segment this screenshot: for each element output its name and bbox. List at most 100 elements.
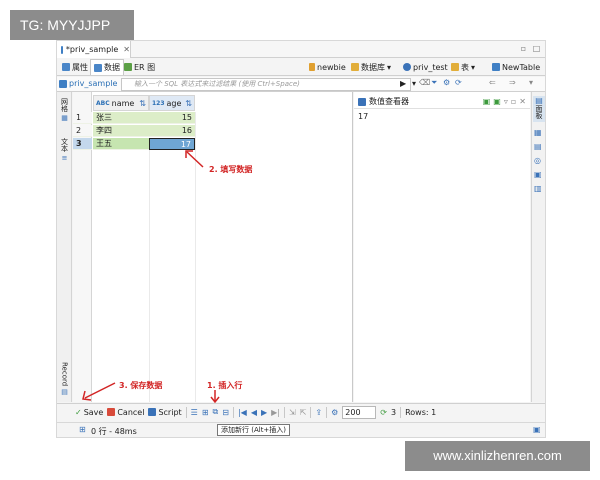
- fetch-next-icon[interactable]: ⇲: [289, 408, 296, 417]
- left-view-strip: 网格 ▦ 文本 ≡ Record ▤: [57, 92, 72, 402]
- cell-name[interactable]: 王五: [93, 138, 149, 150]
- cell-name[interactable]: 李四: [93, 125, 149, 137]
- filter-settings-icon[interactable]: ⚙: [443, 78, 450, 87]
- toolbar-separator: [310, 406, 312, 418]
- cancel-icon: [107, 408, 116, 416]
- filter-apply-icon[interactable]: ▶: [400, 79, 406, 88]
- tab-er-diagram[interactable]: ER 图: [121, 59, 158, 75]
- cancel-button[interactable]: Cancel: [107, 408, 144, 417]
- record-icon: ▤: [61, 388, 68, 397]
- refresh-icon[interactable]: ⟳: [455, 78, 462, 87]
- new-table-selector[interactable]: NewTable: [492, 59, 540, 75]
- tab-grid-view[interactable]: 网格 ▦: [58, 98, 71, 122]
- sort-filter-icon[interactable]: ⇅: [139, 99, 146, 108]
- references-icon[interactable]: ▣: [534, 170, 542, 179]
- er-diagram-icon: [124, 63, 132, 71]
- new-table-icon: [492, 63, 500, 71]
- table-icon: [61, 45, 63, 54]
- table-row[interactable]: 2 李四 16: [73, 125, 195, 137]
- tab-properties[interactable]: 属性: [59, 59, 91, 75]
- connection-icon: [309, 63, 315, 71]
- chevron-down-icon[interactable]: ▾: [529, 78, 533, 87]
- database-selector[interactable]: 数据库 ▾: [351, 59, 391, 75]
- value-viewer-panel: 数值查看器 ▣ ▣ ▿ ▫ ✕ 17: [354, 92, 530, 402]
- maximize-icon[interactable]: □: [532, 44, 541, 53]
- check-circle-icon: ✓: [75, 407, 82, 417]
- tab-text-view[interactable]: 文本 ≡: [58, 138, 71, 162]
- text-type-icon: ABC: [96, 99, 110, 107]
- status-icon: ⊞: [79, 425, 86, 434]
- sort-filter-icon[interactable]: ⇅: [185, 99, 192, 108]
- next-icon[interactable]: ▶: [261, 408, 267, 417]
- schema-selector[interactable]: priv_test: [403, 59, 448, 75]
- text-view-icon: ≡: [61, 154, 68, 162]
- filter-erase-icon[interactable]: ⌫: [419, 78, 430, 87]
- toolbar-separator: [326, 406, 328, 418]
- filters-icon[interactable]: ▥: [534, 184, 542, 193]
- panel-toggle-icon[interactable]: ▣: [533, 425, 541, 434]
- tab-panels[interactable]: ▤ 面板: [533, 96, 545, 122]
- data-grid-icon: [94, 63, 102, 72]
- minimize-icon[interactable]: ▫: [511, 97, 516, 106]
- annotation-save-data: 3. 保存数据: [119, 381, 163, 390]
- export-icon[interactable]: ⇪: [315, 408, 322, 417]
- cell-name[interactable]: 张三: [93, 112, 149, 124]
- copy-row-icon[interactable]: ⧉: [213, 407, 219, 417]
- script-icon: [148, 408, 157, 416]
- chevron-down-icon: ▾: [471, 62, 476, 72]
- connection-selector[interactable]: newbie: [309, 59, 346, 75]
- delete-row-icon[interactable]: ⊟: [222, 408, 229, 417]
- toolbar-separator: [232, 406, 234, 418]
- schema-icon: [403, 63, 411, 71]
- fetch-size-input[interactable]: 200: [342, 405, 377, 419]
- value-viewer-content[interactable]: 17: [358, 112, 368, 121]
- first-page-icon[interactable]: |◀: [238, 408, 247, 417]
- database-icon: [351, 63, 359, 71]
- auto-apply-icon[interactable]: ▣: [493, 97, 501, 106]
- add-row-icon[interactable]: ⊞: [202, 408, 209, 417]
- table-type-icon: [451, 63, 459, 71]
- minimize-icon[interactable]: ▫: [519, 44, 528, 53]
- annotation-fill-data: 2. 填写数据: [209, 165, 253, 174]
- close-icon[interactable]: ✕: [519, 97, 526, 106]
- filter-funnel-icon[interactable]: ⏷: [431, 78, 437, 88]
- cell-age[interactable]: 15: [149, 112, 195, 124]
- column-header-age[interactable]: 123 age ⇅: [149, 95, 195, 111]
- grouping-icon[interactable]: ▤: [534, 142, 542, 151]
- editor-tab-priv-sample[interactable]: *priv_sample ✕: [57, 41, 131, 58]
- forward-arrow-icon[interactable]: ⇒: [509, 78, 516, 87]
- properties-icon: [62, 63, 70, 71]
- dbeaver-window: *priv_sample ✕ ▫ □ 属性 数据 ER 图 newbie 数据库…: [56, 40, 546, 438]
- metadata-icon[interactable]: ◎: [534, 156, 541, 165]
- table-row-selected[interactable]: 3 王五 17: [73, 138, 195, 150]
- toolbar-separator: [400, 406, 402, 418]
- grid-line: [149, 150, 150, 402]
- refresh-icon[interactable]: ⟳: [380, 408, 387, 417]
- save-button[interactable]: ✓ Save: [75, 408, 103, 417]
- fetch-all-icon[interactable]: ⇱: [300, 408, 307, 417]
- filter-input[interactable]: 输入一个 SQL 表达式来过滤结果 (使用 Ctrl+Space): [121, 78, 411, 91]
- editor-subtabs: 属性 数据 ER 图 newbie 数据库 ▾ priv_test 表 ▾ Ne…: [57, 58, 545, 76]
- filter-table-label: priv_sample: [59, 79, 117, 88]
- calc-icon[interactable]: ▦: [534, 128, 542, 137]
- back-arrow-icon[interactable]: ⇐: [489, 78, 496, 87]
- table-row[interactable]: 1 张三 15: [73, 112, 195, 124]
- settings-gear-icon[interactable]: ⚙: [331, 408, 338, 417]
- filter-history-icon[interactable]: ▾: [412, 79, 416, 88]
- column-header-name[interactable]: ABC name ⇅: [93, 95, 149, 111]
- watermark-top: TG: MYYJJPP: [10, 10, 134, 40]
- edit-row-icon[interactable]: ☰: [191, 408, 198, 417]
- view-menu-icon[interactable]: ▿: [504, 97, 508, 106]
- save-value-icon[interactable]: ▣: [483, 97, 491, 106]
- previous-icon[interactable]: ◀: [251, 408, 257, 417]
- cell-age[interactable]: 16: [149, 125, 195, 137]
- tab-record-view[interactable]: Record ▤: [58, 362, 71, 396]
- close-icon[interactable]: ✕: [123, 45, 130, 54]
- table-selector[interactable]: 表 ▾: [451, 59, 475, 75]
- tab-data[interactable]: 数据: [90, 59, 124, 75]
- row-number: 2: [73, 125, 92, 137]
- last-page-icon[interactable]: ▶|: [271, 408, 280, 417]
- script-button[interactable]: Script: [148, 408, 182, 417]
- data-grid: ABC name ⇅ 123 age ⇅ 1 张三 15 2 李四 16 3 王…: [73, 92, 353, 403]
- status-bar: ⊞ 0 行 - 48ms 添加新行 (Alt+插入) ▣: [57, 422, 545, 437]
